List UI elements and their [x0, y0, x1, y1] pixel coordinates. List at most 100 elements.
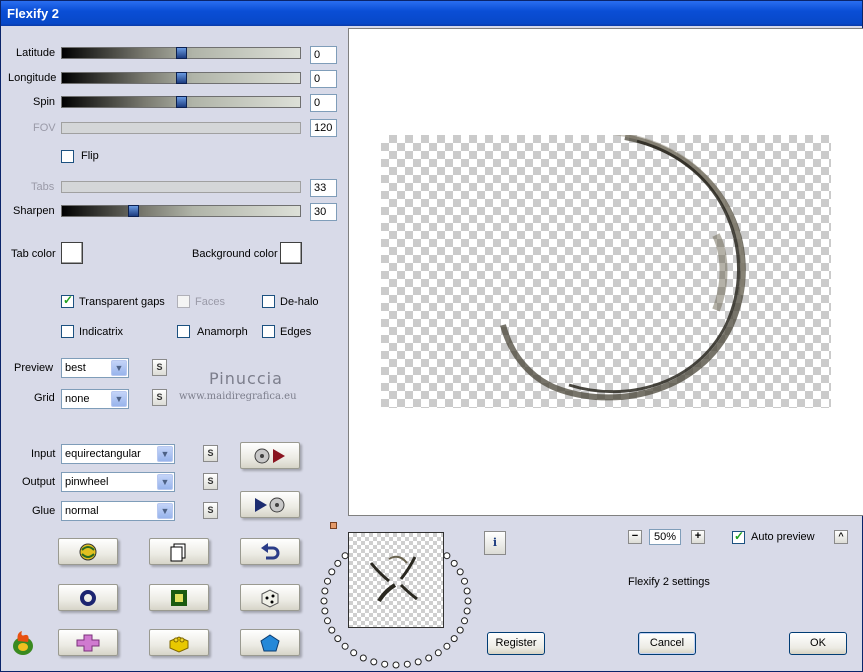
- randomize-button[interactable]: [58, 538, 118, 565]
- dial-dot[interactable]: [359, 654, 367, 662]
- dial-dot[interactable]: [456, 626, 464, 634]
- tabs-slider: [61, 181, 301, 193]
- undo-button[interactable]: [240, 538, 300, 565]
- latitude-slider[interactable]: [61, 47, 301, 59]
- flexify-window: Flexify 2 Latitude 0 Longitude 0 Spin 0 …: [0, 0, 863, 672]
- glue-s-button[interactable]: S: [203, 502, 218, 519]
- dial-dot[interactable]: [321, 607, 329, 615]
- grid-select-value: none: [65, 393, 90, 405]
- indicatrix-checkbox[interactable]: [61, 325, 74, 338]
- input-label: Input: [31, 448, 56, 460]
- grid-s-button[interactable]: S: [152, 389, 167, 406]
- dial-dot[interactable]: [341, 642, 349, 650]
- settings-label: Flexify 2 settings: [628, 576, 710, 588]
- grid-select[interactable]: none ▼: [61, 389, 129, 409]
- dial-dot[interactable]: [461, 577, 468, 585]
- info-button[interactable]: i: [484, 531, 506, 555]
- de-halo-checkbox[interactable]: [262, 295, 275, 308]
- output-select[interactable]: pinwheel ▼: [61, 472, 175, 492]
- dial-dot[interactable]: [350, 649, 358, 657]
- dial-dot[interactable]: [463, 587, 471, 595]
- latitude-label: Latitude: [16, 47, 56, 59]
- glue-select[interactable]: normal ▼: [61, 501, 175, 521]
- preview-s-button[interactable]: S: [152, 359, 167, 376]
- spin-slider[interactable]: [61, 96, 301, 108]
- transparent-gaps-checkbox[interactable]: ✓: [61, 293, 74, 308]
- flip-checkbox[interactable]: [61, 150, 74, 163]
- input-to-preview-button[interactable]: [240, 442, 300, 469]
- dice-button[interactable]: [240, 584, 300, 611]
- dial-dot[interactable]: [456, 568, 464, 576]
- input-select[interactable]: equirectangular ▼: [61, 444, 175, 464]
- glue-label: Glue: [32, 505, 56, 517]
- green-square-icon: [171, 590, 187, 606]
- dial-dot[interactable]: [463, 607, 471, 615]
- pentagon-button[interactable]: [240, 629, 300, 656]
- info-icon: i: [492, 536, 498, 549]
- watermark-site: www.maidiregrafica.eu: [179, 391, 297, 402]
- chevron-down-icon[interactable]: ▼: [111, 391, 127, 407]
- ok-button[interactable]: OK: [789, 632, 847, 655]
- output-to-preview-button[interactable]: [240, 491, 300, 518]
- dial-dot[interactable]: [334, 635, 342, 643]
- dial-dot[interactable]: [414, 658, 422, 666]
- dial-dot[interactable]: [450, 559, 458, 567]
- chevron-down-icon[interactable]: ▼: [111, 360, 127, 376]
- ring-button[interactable]: [58, 584, 118, 611]
- tab-color-swatch[interactable]: [61, 242, 83, 264]
- longitude-slider[interactable]: [61, 72, 301, 84]
- dial-dot[interactable]: [425, 654, 433, 662]
- pink-cross-icon: [76, 634, 100, 652]
- chevron-down-icon[interactable]: ▼: [157, 446, 173, 462]
- anamorph-checkbox[interactable]: [177, 325, 190, 338]
- chevron-down-icon[interactable]: ▼: [157, 474, 173, 490]
- output-s-button[interactable]: S: [203, 473, 218, 490]
- dial-dot[interactable]: [328, 568, 336, 576]
- dial-dot[interactable]: [403, 660, 411, 668]
- dial-dot[interactable]: [434, 649, 442, 657]
- sharpen-value[interactable]: 30: [310, 203, 337, 221]
- dial-dot[interactable]: [450, 635, 458, 643]
- dial-dot[interactable]: [334, 559, 342, 567]
- dial-dot[interactable]: [324, 617, 331, 625]
- block-button[interactable]: [149, 629, 209, 656]
- auto-preview-checkbox[interactable]: ✓: [732, 529, 745, 544]
- collapse-button[interactable]: ^: [834, 530, 848, 544]
- dial-dot[interactable]: [328, 626, 336, 634]
- sharpen-slider-thumb[interactable]: [128, 205, 139, 217]
- dial-dot[interactable]: [461, 617, 468, 625]
- spin-label: Spin: [33, 96, 56, 108]
- dial-dot[interactable]: [324, 577, 331, 585]
- dial-dot[interactable]: [321, 587, 329, 595]
- navigator-handle[interactable]: [330, 522, 337, 529]
- dial-dot[interactable]: [320, 597, 328, 605]
- input-s-button[interactable]: S: [203, 445, 218, 462]
- sharpen-slider[interactable]: [61, 205, 301, 217]
- dial-dot[interactable]: [370, 658, 378, 666]
- longitude-value[interactable]: 0: [310, 70, 337, 88]
- preview-canvas[interactable]: [348, 28, 863, 516]
- register-button[interactable]: Register: [487, 632, 545, 655]
- preview-select[interactable]: best ▼: [61, 358, 129, 378]
- square-button[interactable]: [149, 584, 209, 611]
- dial-dot[interactable]: [443, 642, 451, 650]
- spin-value[interactable]: 0: [310, 94, 337, 112]
- preview-image: [381, 135, 831, 408]
- background-color-swatch[interactable]: [280, 242, 302, 264]
- longitude-slider-thumb[interactable]: [176, 72, 187, 84]
- cancel-button[interactable]: Cancel: [638, 632, 696, 655]
- edges-checkbox[interactable]: [262, 325, 275, 338]
- zoom-out-button[interactable]: −: [628, 530, 642, 544]
- zoom-in-button[interactable]: +: [691, 530, 705, 544]
- auto-preview-label: Auto preview: [751, 531, 815, 543]
- chevron-down-icon[interactable]: ▼: [157, 503, 173, 519]
- navigator-thumbnail[interactable]: [348, 532, 444, 628]
- latitude-value[interactable]: 0: [310, 46, 337, 64]
- dial-dot[interactable]: [464, 597, 472, 605]
- copy-button[interactable]: [149, 538, 209, 565]
- dial-dot[interactable]: [381, 660, 389, 668]
- spin-slider-thumb[interactable]: [176, 96, 187, 108]
- latitude-slider-thumb[interactable]: [176, 47, 187, 59]
- cross-button[interactable]: [58, 629, 118, 656]
- dial-dot[interactable]: [392, 661, 400, 669]
